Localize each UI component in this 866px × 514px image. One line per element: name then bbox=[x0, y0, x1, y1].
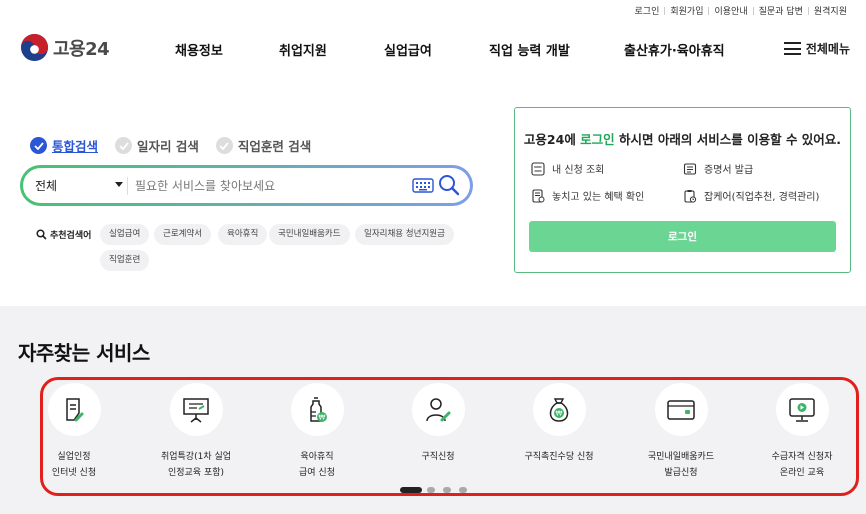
search-small-icon bbox=[36, 229, 47, 240]
main-nav: 채용정보 취업지원 실업급여 직업 능력 개발 출산휴가·육아휴직 bbox=[0, 40, 866, 59]
svg-text:₩: ₩ bbox=[556, 409, 563, 417]
service-employment-lecture[interactable]: 취업특강(1차 실업 인정교육 포함) bbox=[136, 383, 256, 481]
keyword-chip[interactable]: 실업급여 bbox=[100, 224, 150, 245]
service-label: 국민내일배움카드 발급신청 bbox=[647, 452, 715, 478]
certificate-issue-link[interactable]: 증명서 발급 bbox=[683, 161, 753, 176]
link-label: 잡케어(직업추천, 경력관리) bbox=[704, 192, 820, 203]
title-text: 하시면 아래의 서비스를 이용할 수 있어요. bbox=[614, 132, 842, 147]
service-learning-card[interactable]: 국민내일배움카드 발급신청 bbox=[621, 383, 741, 481]
nav-parental-leave[interactable]: 출산휴가·육아휴직 bbox=[624, 40, 725, 59]
login-button[interactable]: 로그인 bbox=[529, 221, 836, 252]
service-label: 수급자격 신청자 온라인 교육 bbox=[771, 452, 833, 478]
search-box: 전체 bbox=[20, 165, 473, 206]
keyword-chip[interactable]: 국민내일배움카드 bbox=[269, 224, 350, 245]
service-online-education[interactable]: 수급자격 신청자 온라인 교육 bbox=[742, 383, 862, 481]
check-icon bbox=[30, 137, 47, 154]
search-scope-value: 전체 bbox=[35, 179, 58, 193]
service-label: 실업인정 인터넷 신청 bbox=[51, 452, 97, 478]
nav-unemployment-benefit[interactable]: 실업급여 bbox=[384, 40, 432, 59]
pagination-dot-active[interactable] bbox=[400, 487, 422, 493]
icon-circle bbox=[169, 383, 223, 436]
all-menu-label: 전체메뉴 bbox=[805, 42, 850, 56]
service-label: 구직촉진수당 신청 bbox=[524, 452, 594, 462]
keyboard-icon[interactable] bbox=[412, 177, 434, 194]
pagination-dot[interactable] bbox=[443, 487, 451, 493]
service-job-search-allowance[interactable]: ₩ 구직촉진수당 신청 bbox=[499, 383, 619, 465]
link-label: 내 신청 조회 bbox=[552, 165, 605, 176]
list-icon bbox=[531, 161, 545, 176]
keyword-chip[interactable]: 육아휴직 bbox=[218, 224, 268, 245]
icon-circle bbox=[47, 383, 101, 436]
presentation-board-icon bbox=[183, 397, 209, 423]
icon-circle bbox=[654, 383, 708, 436]
clipboard-clock-icon bbox=[684, 189, 697, 203]
service-label: 취업특강(1차 실업 인정교육 포함) bbox=[160, 452, 232, 478]
magnifier-icon[interactable] bbox=[437, 173, 461, 197]
nav-job-info[interactable]: 채용정보 bbox=[175, 40, 223, 59]
recommended-label-text: 추천검색어 bbox=[50, 231, 92, 241]
card-icon bbox=[667, 399, 695, 420]
util-signup-link[interactable]: 회원가입 bbox=[665, 4, 708, 17]
monitor-play-icon bbox=[789, 397, 815, 422]
util-guide-link[interactable]: 이용안내 bbox=[709, 4, 752, 17]
util-qna-link[interactable]: 질문과 답변 bbox=[754, 4, 808, 17]
check-icon bbox=[115, 137, 133, 154]
document-check-icon bbox=[532, 188, 545, 203]
nav-employment-support[interactable]: 취업지원 bbox=[279, 40, 327, 59]
money-bag-icon: ₩ bbox=[549, 397, 569, 422]
person-edit-icon bbox=[426, 397, 451, 421]
service-label: 구직신청 bbox=[421, 452, 455, 462]
carousel-pagination bbox=[400, 487, 475, 493]
jobcare-link[interactable]: 잡케어(직업추천, 경력관리) bbox=[683, 188, 819, 203]
keyword-chip[interactable]: 직업훈련 bbox=[100, 250, 150, 271]
baby-bottle-icon: ₩ bbox=[310, 396, 327, 422]
search-scope-select[interactable]: 전체 bbox=[35, 177, 123, 194]
tab-label: 일자리 검색 bbox=[137, 139, 199, 154]
service-unemployment-recognition[interactable]: 실업인정 인터넷 신청 bbox=[14, 383, 134, 481]
utility-bar: 로그인 회원가입 이용안내 질문과 답변 원격지원 bbox=[630, 4, 852, 17]
pagination-dot[interactable] bbox=[427, 487, 435, 493]
all-menu-button[interactable]: 전체메뉴 bbox=[783, 40, 850, 57]
util-login-link[interactable]: 로그인 bbox=[630, 4, 665, 17]
my-applications-link[interactable]: 내 신청 조회 bbox=[531, 161, 604, 176]
caret-down-icon bbox=[115, 182, 123, 187]
login-panel: 고용24에 로그인 하시면 아래의 서비스를 이용할 수 있어요. 내 신청 조… bbox=[514, 107, 851, 273]
login-panel-title: 고용24에 로그인 하시면 아래의 서비스를 이용할 수 있어요. bbox=[515, 129, 850, 148]
icon-circle bbox=[411, 383, 465, 436]
icon-circle: ₩ bbox=[290, 383, 344, 436]
check-icon bbox=[215, 137, 233, 154]
login-link[interactable]: 로그인 bbox=[580, 132, 615, 147]
icon-circle: ₩ bbox=[532, 383, 586, 436]
document-edit-icon bbox=[66, 397, 84, 421]
util-remote-support-link[interactable]: 원격지원 bbox=[809, 4, 852, 17]
tab-job-search[interactable]: 일자리 검색 bbox=[115, 136, 199, 155]
recommended-label: 추천검색어 bbox=[36, 228, 91, 241]
keyword-chip[interactable]: 일자리채용 청년지원금 bbox=[355, 224, 454, 245]
keyword-chip[interactable]: 근로계약서 bbox=[154, 224, 212, 245]
svg-text:₩: ₩ bbox=[319, 413, 326, 421]
tab-integrated-search[interactable]: 통합검색 bbox=[30, 136, 98, 155]
service-label: 육아휴직 급여 신청 bbox=[299, 452, 335, 478]
search-tabs: 통합검색 일자리 검색 직업훈련 검색 bbox=[30, 136, 328, 155]
tab-label: 통합검색 bbox=[52, 139, 99, 154]
service-parental-leave-benefit[interactable]: ₩ 육아휴직 급여 신청 bbox=[257, 383, 377, 481]
tab-label: 직업훈련 검색 bbox=[237, 139, 312, 154]
tab-training-search[interactable]: 직업훈련 검색 bbox=[215, 136, 312, 155]
nav-vocational-training[interactable]: 직업 능력 개발 bbox=[489, 40, 570, 59]
link-label: 증명서 발급 bbox=[704, 165, 754, 176]
title-text: 고용24에 bbox=[523, 132, 581, 147]
missed-benefits-link[interactable]: 놓치고 있는 혜택 확인 bbox=[531, 188, 644, 203]
hamburger-icon bbox=[783, 42, 801, 55]
frequent-services-section: 자주찾는 서비스 실업인정 인터넷 신청 취업특강(1차 실업 인정교육 포함) bbox=[0, 306, 866, 514]
icon-circle bbox=[775, 383, 829, 436]
printer-icon bbox=[683, 162, 697, 175]
link-label: 놓치고 있는 혜택 확인 bbox=[552, 192, 645, 203]
search-input[interactable] bbox=[135, 173, 405, 199]
divider bbox=[127, 177, 128, 195]
section-title: 자주찾는 서비스 bbox=[18, 341, 150, 365]
pagination-dot[interactable] bbox=[459, 487, 467, 493]
service-job-seeking-registration[interactable]: 구직신청 bbox=[378, 383, 498, 465]
